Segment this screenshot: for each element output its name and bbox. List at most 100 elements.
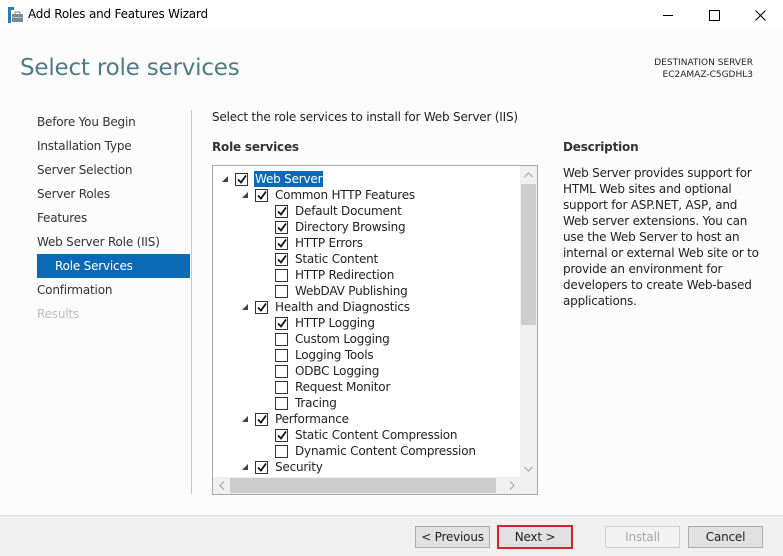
tree-item-label[interactable]: WebDAV Publishing <box>294 283 409 299</box>
install-button: Install <box>605 526 680 548</box>
tree-item[interactable]: HTTP Logging <box>213 315 520 331</box>
nav-item-confirmation[interactable]: Confirmation <box>37 278 190 302</box>
tree-item-label[interactable]: Tracing <box>294 395 338 411</box>
tree-item[interactable]: Static Content Compression <box>213 427 520 443</box>
tree-item[interactable]: Health and Diagnostics <box>213 299 520 315</box>
checkmark-icon <box>237 174 247 184</box>
tree-item-label[interactable]: Security <box>274 459 324 475</box>
destination-server: DESTINATION SERVER EC2AMAZ-C5GDHL3 <box>654 57 753 81</box>
tree-item-label[interactable]: Default Document <box>294 203 403 219</box>
tree-item-label[interactable]: Directory Browsing <box>294 219 406 235</box>
checkbox[interactable] <box>275 221 288 234</box>
nav-item-role-services[interactable]: Role Services <box>37 254 190 278</box>
expand-collapse-icon[interactable] <box>241 303 249 311</box>
next-button[interactable]: Next > <box>497 525 573 549</box>
checkbox[interactable] <box>255 301 268 314</box>
tree-item-label[interactable]: HTTP Logging <box>294 315 376 331</box>
tree-item[interactable]: Performance <box>213 411 520 427</box>
checkbox[interactable] <box>275 317 288 330</box>
tree-item[interactable]: Common HTTP Features <box>213 187 520 203</box>
checkmark-icon <box>257 302 267 312</box>
expand-collapse-icon[interactable] <box>241 191 249 199</box>
expand-collapse-icon[interactable] <box>241 415 249 423</box>
vertical-scroll-thumb[interactable] <box>521 184 536 325</box>
minimize-icon <box>662 14 673 16</box>
destination-label: DESTINATION SERVER <box>654 58 753 68</box>
tree-item-label[interactable]: Static Content Compression <box>294 427 458 443</box>
horizontal-scrollbar[interactable] <box>213 477 520 494</box>
chevron-down-icon <box>524 466 533 472</box>
checkmark-icon <box>277 430 287 440</box>
tree-item-label[interactable]: HTTP Errors <box>294 235 364 251</box>
previous-button[interactable]: < Previous <box>415 526 490 548</box>
nav-item-server-selection[interactable]: Server Selection <box>37 158 190 182</box>
tree-item-label[interactable]: ODBC Logging <box>294 363 380 379</box>
tree-item-label[interactable]: Performance <box>274 411 350 427</box>
tree-item[interactable]: WebDAV Publishing <box>213 283 520 299</box>
cancel-button[interactable]: Cancel <box>688 526 763 548</box>
role-services-tree[interactable]: Web Server Common HTTP Features Default Do… <box>212 165 538 495</box>
checkbox[interactable] <box>255 413 268 426</box>
tree-item-label[interactable]: Logging Tools <box>294 347 374 363</box>
tree-item-label[interactable]: Common HTTP Features <box>274 187 416 203</box>
tree-item-label[interactable]: Static Content <box>294 251 379 267</box>
nav-item-results: Results <box>37 307 79 321</box>
expand-collapse-icon[interactable] <box>221 175 229 183</box>
checkbox[interactable] <box>275 269 288 282</box>
scroll-left-button[interactable] <box>213 477 230 494</box>
checkbox[interactable] <box>275 365 288 378</box>
tree-item[interactable]: Custom Logging <box>213 331 520 347</box>
checkbox[interactable] <box>275 333 288 346</box>
tree-item[interactable]: Static Content <box>213 251 520 267</box>
tree-item[interactable]: Logging Tools <box>213 347 520 363</box>
tree-item-label[interactable]: Custom Logging <box>294 331 391 347</box>
checkbox[interactable] <box>235 173 248 186</box>
checkbox[interactable] <box>275 397 288 410</box>
tree-item[interactable]: Request Monitor <box>213 379 520 395</box>
tree-item-label[interactable]: HTTP Redirection <box>294 267 395 283</box>
scroll-up-button[interactable] <box>520 166 537 183</box>
checkbox[interactable] <box>275 381 288 394</box>
checkmark-icon <box>257 190 267 200</box>
checkmark-icon <box>277 238 287 248</box>
checkbox[interactable] <box>255 189 268 202</box>
tree-item-label[interactable]: Dynamic Content Compression <box>294 443 477 459</box>
tree-item[interactable]: Web Server <box>213 171 520 187</box>
minimize-button[interactable] <box>645 0 691 30</box>
checkbox[interactable] <box>275 445 288 458</box>
tree-item-label[interactable]: Request Monitor <box>294 379 391 395</box>
destination-server-name: EC2AMAZ-C5GDHL3 <box>662 70 753 80</box>
checkmark-icon <box>277 318 287 328</box>
checkbox[interactable] <box>275 349 288 362</box>
tree-item[interactable]: HTTP Redirection <box>213 267 520 283</box>
nav-item-installation-type[interactable]: Installation Type <box>37 134 190 158</box>
tree-item[interactable]: Dynamic Content Compression <box>213 443 520 459</box>
checkbox[interactable] <box>275 285 288 298</box>
maximize-button[interactable] <box>691 0 737 30</box>
tree-item[interactable]: ODBC Logging <box>213 363 520 379</box>
close-icon <box>754 9 766 21</box>
tree-item[interactable]: Directory Browsing <box>213 219 520 235</box>
horizontal-scroll-thumb[interactable] <box>230 478 496 493</box>
tree-item-label[interactable]: Health and Diagnostics <box>274 299 411 315</box>
scroll-right-button[interactable] <box>503 477 520 494</box>
nav-item-server-roles[interactable]: Server Roles <box>37 182 190 206</box>
vertical-scrollbar[interactable] <box>520 166 537 477</box>
checkbox[interactable] <box>275 237 288 250</box>
nav-item-features[interactable]: Features <box>37 206 190 230</box>
nav-item-before-you-begin[interactable]: Before You Begin <box>37 110 190 134</box>
tree-item[interactable]: HTTP Errors <box>213 235 520 251</box>
checkbox[interactable] <box>275 205 288 218</box>
nav-item-web-server-role[interactable]: Web Server Role (IIS) <box>37 230 190 254</box>
checkbox[interactable] <box>255 461 268 474</box>
tree-item[interactable]: Tracing <box>213 395 520 411</box>
page-title: Select role services <box>20 55 240 81</box>
scroll-down-button[interactable] <box>520 460 537 477</box>
close-button[interactable] <box>737 0 783 30</box>
tree-item[interactable]: Default Document <box>213 203 520 219</box>
tree-item[interactable]: Security <box>213 459 520 475</box>
tree-item-label[interactable]: Web Server <box>254 171 324 187</box>
checkbox[interactable] <box>275 253 288 266</box>
checkbox[interactable] <box>275 429 288 442</box>
expand-collapse-icon[interactable] <box>241 463 249 471</box>
